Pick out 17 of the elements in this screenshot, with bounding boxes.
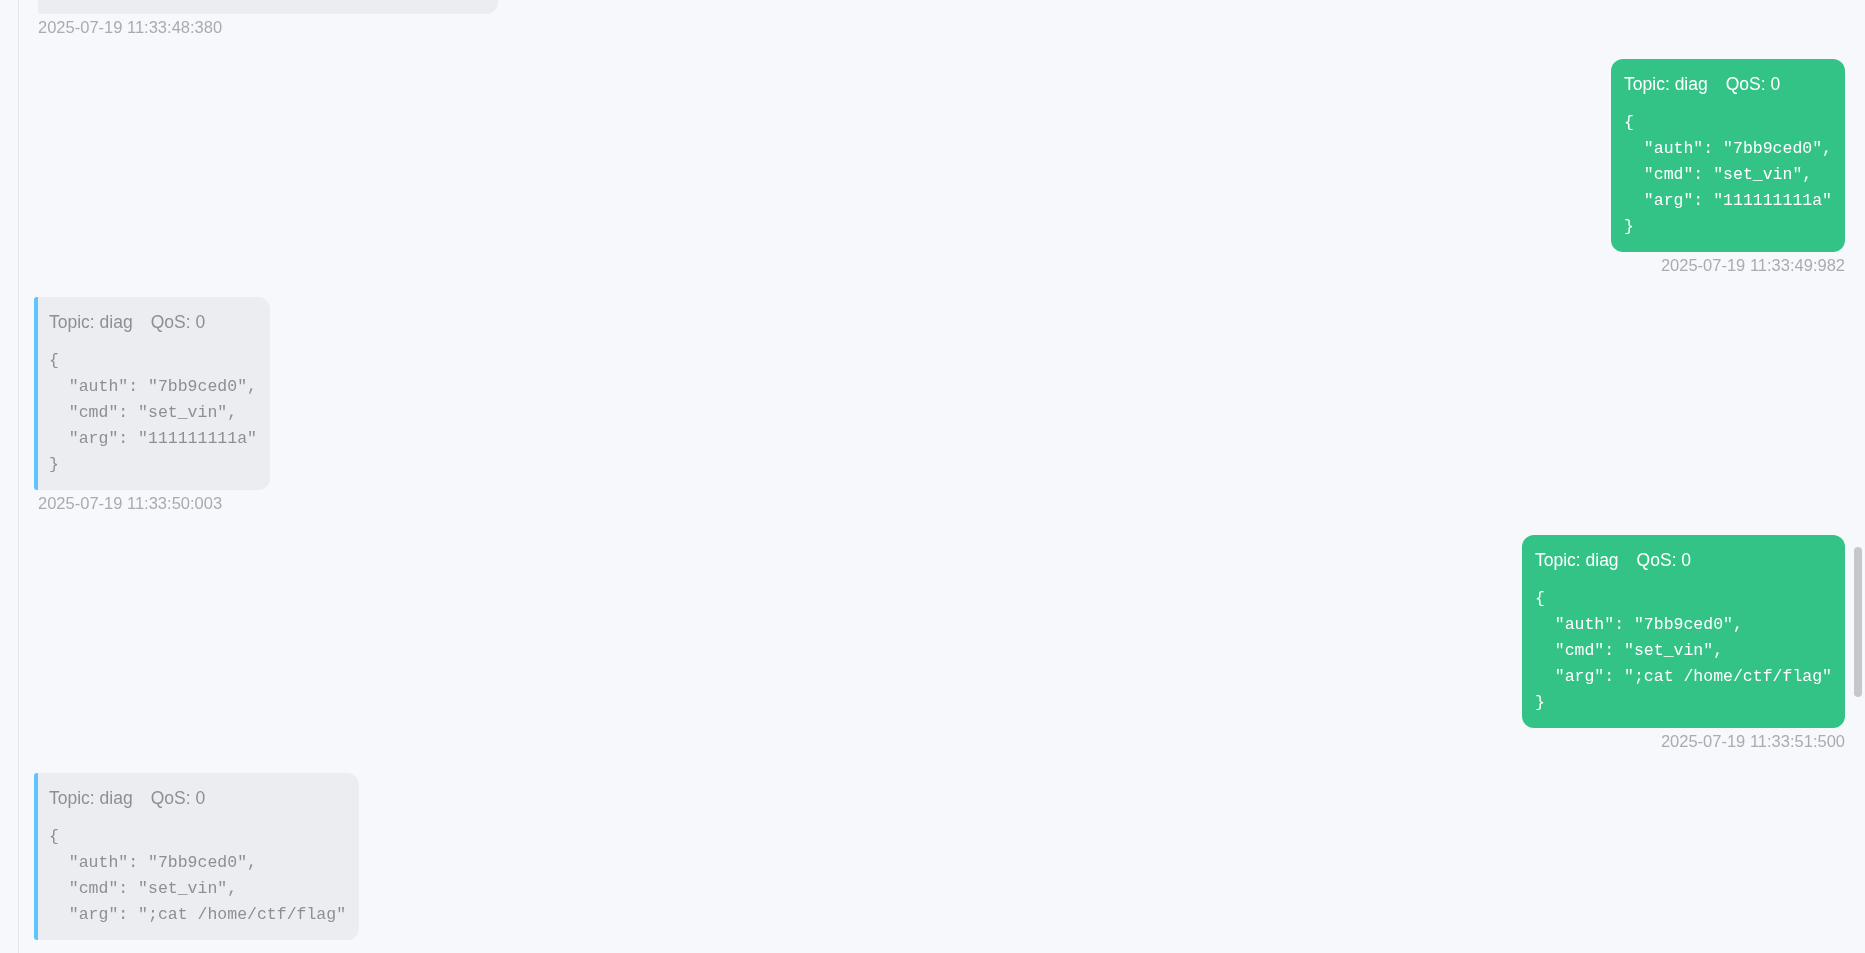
timestamp: 2025-07-19 11:33:51:500	[1660, 731, 1845, 751]
timestamp: 2025-07-19 11:33:48:380	[38, 17, 223, 37]
payload-text: { "auth": "7bb9ced0", "cmd": "set_vin", "arg": ";cat /home/ctf/flag" }	[1534, 588, 1832, 714]
qos-label: QoS: 0	[150, 787, 206, 810]
qos-label: QoS: 0	[1636, 549, 1692, 572]
topic-label: Topic: diag	[49, 787, 133, 810]
payload-text: { "auth": "7bb9ced0", "cmd": "set_vin", "arg": ";cat /home/ctf/flag"	[49, 826, 347, 926]
payload-text: { "auth": "7bb9ced0", "cmd": "set_vin", "arg": "111111111a" }	[49, 350, 257, 476]
scrollbar-thumb[interactable]	[1854, 547, 1862, 697]
topic-label: Topic: diag	[49, 311, 133, 334]
timestamp: 2025-07-19 11:33:50:003	[38, 493, 223, 513]
qos-label: QoS: 0	[150, 311, 206, 334]
timestamp: 2025-07-19 11:33:49:982	[1660, 255, 1845, 275]
payload-text: { "auth": "7bb9ced0", "cmd": "set_vin", "arg": "111111111a" }	[1624, 112, 1832, 238]
topic-label: Topic: diag	[1624, 73, 1708, 96]
qos-label: QoS: 0	[1725, 73, 1781, 96]
topic-label: Topic: diag	[1534, 549, 1619, 572]
